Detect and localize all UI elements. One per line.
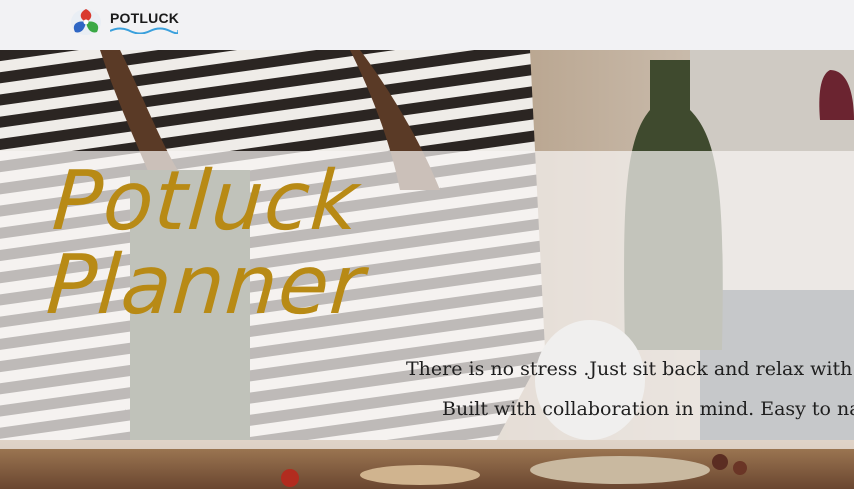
hero-title-line1: Potluck (49, 154, 363, 249)
logo-wave-icon (110, 27, 178, 34)
hero-tagline-2: Built with collaboration in mind. Easy t… (442, 398, 854, 420)
logo-link[interactable]: POTLUCK (66, 4, 182, 38)
hero-title: Potluck Planner (44, 154, 373, 333)
navbar: POTLUCK (0, 0, 854, 50)
hero-section: Potluck Planner There is no stress .Just… (0, 50, 854, 489)
hero-tagline-1: There is no stress .Just sit back and re… (406, 358, 854, 380)
potluck-logo-icon (71, 9, 101, 35)
logo-text: POTLUCK (110, 10, 180, 26)
hero-title-line2: Planner (43, 238, 369, 333)
